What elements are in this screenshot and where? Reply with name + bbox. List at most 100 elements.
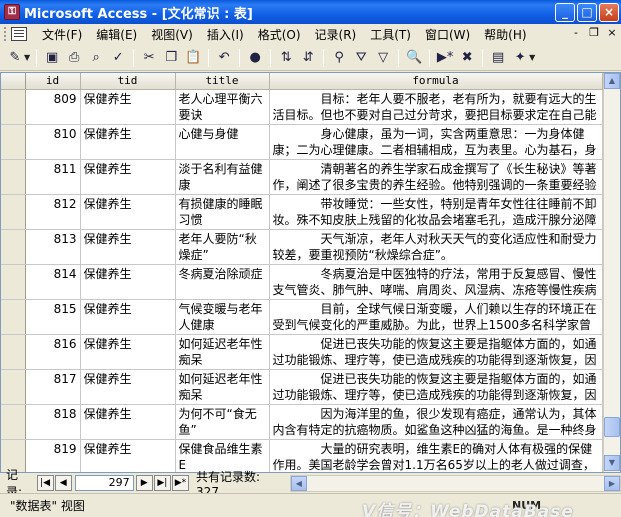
doc-restore-button[interactable]: ❐ [587, 27, 601, 41]
doc-minimize-button[interactable]: - [569, 27, 583, 41]
table-row[interactable]: 818 保健养生 为何不可“食无鱼” 因为海洋里的鱼，很少发现有癌症，通常认为，其体内… [1, 404, 603, 440]
table-row[interactable]: 817 保健养生 如何延迟老年性痴呆 促进已丧失功能的恢复这主要是指躯体方面的，如通过… [1, 369, 603, 405]
cell-tid[interactable]: 保健养生 [80, 439, 176, 472]
cell-title[interactable]: 如何延迟老年性痴呆 [175, 369, 270, 405]
cell-title[interactable]: 冬病夏治除顽症 [175, 264, 270, 300]
cell-tid[interactable]: 保健养生 [80, 369, 176, 405]
cell-tid[interactable]: 保健养生 [80, 229, 176, 265]
undo-icon[interactable]: ↶ [214, 48, 234, 68]
menu-file[interactable]: 文件(F) [35, 26, 89, 43]
record-selector[interactable] [1, 89, 26, 125]
filter-by-form-icon[interactable]: ⛛ [351, 48, 371, 68]
save-icon[interactable]: ▣ [42, 48, 62, 68]
cell-tid[interactable]: 保健养生 [80, 334, 176, 370]
column-header-tid[interactable]: tid [80, 73, 176, 90]
cell-tid[interactable]: 保健养生 [80, 194, 176, 230]
record-selector[interactable] [1, 369, 26, 405]
cell-tid[interactable]: 保健养生 [80, 299, 176, 335]
column-header-id[interactable]: id [25, 73, 81, 90]
minimize-button[interactable]: _ [555, 2, 575, 22]
cell-tid[interactable]: 保健养生 [80, 124, 176, 160]
cell-tid[interactable]: 保健养生 [80, 89, 176, 125]
menu-records[interactable]: 记录(R) [308, 26, 364, 43]
menu-view[interactable]: 视图(V) [144, 26, 200, 43]
record-selector[interactable] [1, 229, 26, 265]
cell-formula[interactable]: 身心健康，虽为一词，实含两重意思：一为身体健康；二为心理健康。二者相辅相成，互为… [269, 124, 603, 160]
spell-check-icon[interactable]: ✓ [108, 48, 128, 68]
paste-icon[interactable]: 📋 [183, 48, 203, 68]
sort-ascending-icon[interactable]: ⇅ [276, 48, 296, 68]
cell-title[interactable]: 有损健康的睡眠习惯 [175, 194, 270, 230]
cell-formula[interactable]: 目前，全球气候日渐变暖，人们赖以生存的环境正在受到气候变化的严重威胁。为此，世界… [269, 299, 603, 335]
cell-id[interactable]: 814 [25, 264, 81, 300]
table-row[interactable]: 809 保健养生 老人心理平衡六要诀 目标：老年人要不服老，老有所为，就要有远大的生活… [1, 89, 603, 125]
cell-id[interactable]: 818 [25, 404, 81, 440]
menu-insert[interactable]: 插入(I) [200, 26, 251, 43]
find-icon[interactable]: 🔍 [404, 48, 424, 68]
cell-id[interactable]: 813 [25, 229, 81, 265]
cell-formula[interactable]: 清朝著名的养生学家石成金撰写了《长生秘诀》等著作，阐述了很多宝贵的养生经验。他特… [269, 159, 603, 195]
cell-id[interactable]: 817 [25, 369, 81, 405]
record-selector[interactable] [1, 299, 26, 335]
doc-close-button[interactable]: × [605, 27, 619, 41]
record-selector[interactable] [1, 264, 26, 300]
cell-title[interactable]: 心健与身健 [175, 124, 270, 160]
datasheet-grid[interactable]: id tid title formula 809 保健养生 老人心理平衡六要诀 目标：… [0, 72, 621, 473]
cell-id[interactable]: 819 [25, 439, 81, 472]
new-record-icon[interactable]: ▶* [435, 48, 455, 68]
database-window-icon[interactable]: ▤ [488, 48, 508, 68]
cell-id[interactable]: 816 [25, 334, 81, 370]
cell-formula[interactable]: 目标：老年人要不服老，老有所为，就要有远大的生活目标。但也不要对自己过分苛求，要… [269, 89, 603, 125]
new-object-icon[interactable]: ✦ [510, 48, 530, 68]
table-row[interactable]: 810 保健养生 心健与身健 身心健康，虽为一词，实含两重意思：一为身体健康；二为心理… [1, 124, 603, 160]
print-icon[interactable]: ⎙ [64, 48, 84, 68]
cell-formula[interactable]: 带妆睡觉：一些女性，特别是青年女性往往睡前不卸妆。殊不知皮肤上残留的化妆品会堵塞… [269, 194, 603, 230]
menu-tools[interactable]: 工具(T) [363, 26, 418, 43]
chevron-down-icon[interactable]: ▼ [24, 53, 30, 62]
cell-id[interactable]: 811 [25, 159, 81, 195]
cell-id[interactable]: 812 [25, 194, 81, 230]
access-key-icon[interactable]: ⚿ [4, 4, 20, 20]
scroll-down-arrow-icon[interactable]: ▼ [604, 455, 620, 471]
maximize-button[interactable]: □ [577, 2, 597, 22]
cell-title[interactable]: 如何延迟老年性痴呆 [175, 334, 270, 370]
table-row[interactable]: 816 保健养生 如何延迟老年性痴呆 促进已丧失功能的恢复这主要是指躯体方面的，如通过… [1, 334, 603, 370]
menu-format[interactable]: 格式(O) [251, 26, 308, 43]
close-button[interactable]: × [599, 2, 619, 22]
next-record-button[interactable]: ▶ [135, 475, 153, 491]
cell-formula[interactable]: 冬病夏治是中医独特的疗法，常用于反复感冒、慢性支气管炎、肺气肿、哮喘、肩周炎、风… [269, 264, 603, 300]
table-row[interactable]: 812 保健养生 有损健康的睡眠习惯 带妆睡觉：一些女性，特别是青年女性往往睡前不卸妆… [1, 194, 603, 230]
cell-formula[interactable]: 天气渐凉，老年人对秋天天气的变化适应性和耐受力较差，要重视预防“秋燥综合症”。 [269, 229, 603, 265]
cell-title[interactable]: 老年人要防“秋燥症” [175, 229, 270, 265]
table-row[interactable]: 815 保健养生 气候变暖与老年人健康 目前，全球气候日渐变暖，人们赖以生存的环境正在… [1, 299, 603, 335]
table-document-icon[interactable] [11, 27, 27, 41]
record-selector[interactable] [1, 159, 26, 195]
cell-id[interactable]: 810 [25, 124, 81, 160]
record-selector[interactable] [1, 194, 26, 230]
current-record-input[interactable]: 297 [74, 475, 134, 491]
menu-grip[interactable] [4, 27, 7, 41]
menu-help[interactable]: 帮助(H) [477, 26, 533, 43]
cell-id[interactable]: 809 [25, 89, 81, 125]
select-all-corner[interactable] [1, 73, 26, 90]
cell-formula[interactable]: 促进已丧失功能的恢复这主要是指躯体方面的，如通过功能锻炼、理疗等，使已造成残疾的… [269, 334, 603, 370]
new-record-button[interactable]: ▶* [171, 475, 190, 491]
apply-filter-icon[interactable]: ▽ [373, 48, 393, 68]
menu-window[interactable]: 窗口(W) [418, 26, 477, 43]
record-selector[interactable] [1, 334, 26, 370]
design-view-icon[interactable]: ✎ [5, 48, 25, 68]
previous-record-button[interactable]: ◀ [54, 475, 72, 491]
scroll-thumb[interactable] [604, 417, 620, 437]
menu-edit[interactable]: 编辑(E) [89, 26, 144, 43]
cell-formula[interactable]: 促进已丧失功能的恢复这主要是指躯体方面的，如通过功能锻炼、理疗等，使已造成残疾的… [269, 369, 603, 405]
cell-title[interactable]: 老人心理平衡六要诀 [175, 89, 270, 125]
record-selector[interactable] [1, 124, 26, 160]
table-row[interactable]: 811 保健养生 淡于名利有益健康 清朝著名的养生学家石成金撰写了《长生秘诀》等著作，… [1, 159, 603, 195]
scroll-up-arrow-icon[interactable]: ▲ [604, 73, 620, 89]
column-header-formula[interactable]: formula [269, 73, 603, 90]
copy-icon[interactable]: ❐ [161, 48, 181, 68]
scroll-right-arrow-icon[interactable]: ▶ [603, 475, 620, 491]
print-preview-icon[interactable]: ⌕ [86, 48, 106, 68]
table-row[interactable]: 813 保健养生 老年人要防“秋燥症” 天气渐凉，老年人对秋天天气的变化适应性和耐受力… [1, 229, 603, 265]
delete-record-icon[interactable]: ✖ [457, 48, 477, 68]
